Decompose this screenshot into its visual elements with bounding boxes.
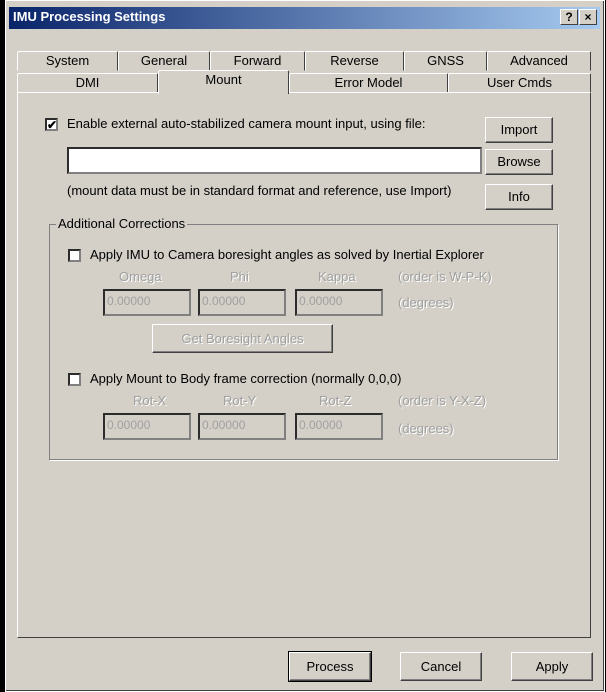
info-button[interactable]: Info	[485, 184, 553, 210]
enable-mount-checkbox[interactable]: ✔	[45, 118, 58, 131]
tab-error-model[interactable]: Error Model	[289, 73, 448, 93]
tab-dmi[interactable]: DMI	[17, 73, 158, 93]
omega-input[interactable]: 0.00000	[103, 289, 191, 316]
omega-label: Omega	[119, 269, 162, 284]
process-button[interactable]: Process	[288, 651, 372, 682]
apply-button[interactable]: Apply	[511, 652, 593, 681]
rotx-input[interactable]: 0.00000	[103, 413, 191, 440]
mount-file-input[interactable]	[67, 147, 482, 174]
rotz-label: Rot-Z	[319, 393, 352, 408]
tab-mount[interactable]: Mount	[158, 70, 289, 94]
tab-gnss[interactable]: GNSS	[404, 51, 487, 71]
tab-row-front: DMI Mount Error Model User Cmds	[17, 70, 591, 94]
help-button[interactable]: ?	[560, 9, 578, 25]
window-title: IMU Processing Settings	[13, 9, 166, 24]
tab-general[interactable]: General	[118, 51, 210, 71]
mount-note: (mount data must be in standard format a…	[67, 183, 452, 198]
kappa-input[interactable]: 0.00000	[295, 289, 383, 316]
mount-correction-checkbox[interactable]	[68, 373, 81, 386]
phi-label: Phi	[230, 269, 249, 284]
cancel-button[interactable]: Cancel	[400, 652, 482, 681]
boresight-label: Apply IMU to Camera boresight angles as …	[90, 247, 484, 262]
tab-forward[interactable]: Forward	[210, 51, 305, 71]
boresight-checkbox[interactable]	[68, 249, 81, 262]
title-bar: IMU Processing Settings ? ×	[9, 7, 600, 29]
rotx-label: Rot-X	[133, 393, 167, 408]
import-button[interactable]: Import	[485, 117, 553, 143]
degrees-label-2: (degrees)	[398, 421, 454, 436]
phi-input[interactable]: 0.00000	[198, 289, 286, 316]
tab-system[interactable]: System	[17, 51, 118, 71]
dialog-window: IMU Processing Settings ? × System Gener…	[5, 0, 605, 692]
get-boresight-angles-button[interactable]: Get Boresight Angles	[152, 324, 333, 353]
browse-button[interactable]: Browse	[485, 149, 553, 175]
enable-mount-label: Enable external auto-stabilized camera m…	[67, 116, 426, 131]
order-yxz-label: (order is Y-X-Z)	[398, 393, 487, 408]
kappa-label: Kappa	[318, 269, 356, 284]
tab-row-back: System General Forward Reverse GNSS Adva…	[17, 51, 591, 71]
rotz-input[interactable]: 0.00000	[295, 413, 383, 440]
additional-corrections-title: Additional Corrections	[56, 216, 188, 231]
tab-advanced[interactable]: Advanced	[487, 51, 591, 71]
degrees-label-1: (degrees)	[398, 295, 454, 310]
tab-reverse[interactable]: Reverse	[305, 51, 404, 71]
roty-input[interactable]: 0.00000	[198, 413, 286, 440]
roty-label: Rot-Y	[223, 393, 257, 408]
mount-correction-label: Apply Mount to Body frame correction (no…	[90, 371, 402, 386]
order-wpk-label: (order is W-P-K)	[398, 269, 492, 284]
close-button[interactable]: ×	[579, 9, 597, 25]
tab-user-cmds[interactable]: User Cmds	[448, 73, 591, 93]
